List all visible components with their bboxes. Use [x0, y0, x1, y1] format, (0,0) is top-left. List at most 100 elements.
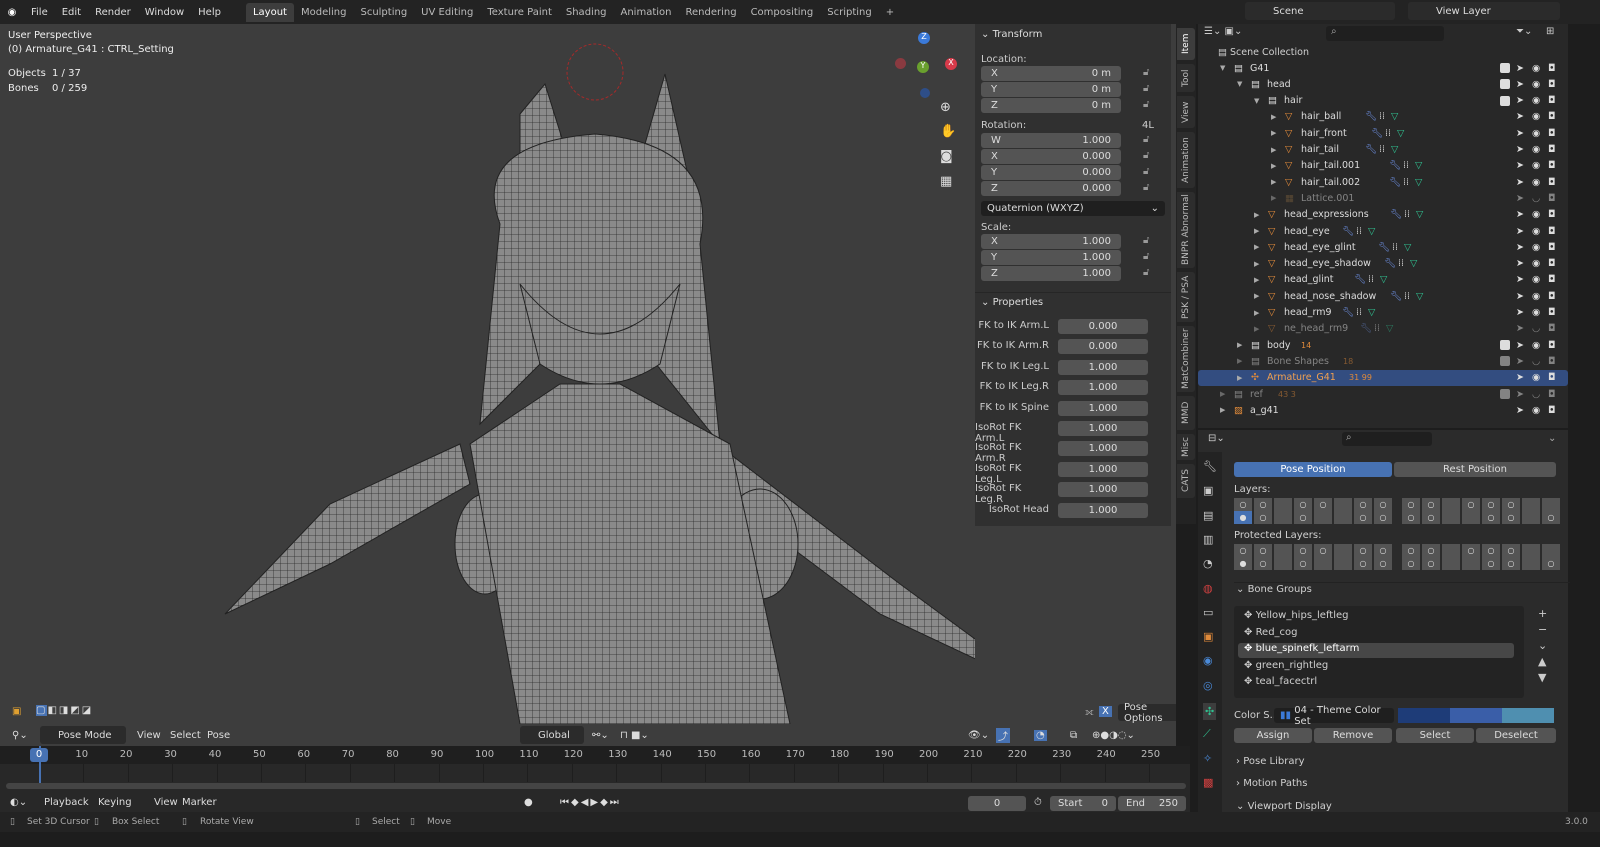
expand-closed-icon[interactable]: ▶	[1254, 325, 1259, 333]
ortho-grid-icon[interactable]: ▦	[940, 174, 952, 189]
render-camera-icon[interactable]: ◘	[1548, 144, 1556, 155]
render-camera-icon[interactable]: ◘	[1548, 340, 1556, 351]
rotation-w-field[interactable]: W 1.000	[981, 133, 1121, 148]
sidebar-tab-matcombiner[interactable]: MatCombiner	[1177, 326, 1195, 392]
bone-group-item[interactable]: ✥ green_rightleg	[1238, 660, 1514, 675]
selectable-icon[interactable]: ➤	[1516, 193, 1524, 204]
properties-tab-tool-icon[interactable]: 🔧︎	[1203, 460, 1217, 473]
color-swatch[interactable]	[1398, 708, 1450, 723]
remove-button[interactable]: Remove	[1314, 728, 1392, 743]
eye-icon[interactable]: ◉	[1532, 160, 1540, 171]
transform-panel-header[interactable]: ⌄ Transform	[975, 24, 1171, 44]
selectable-icon[interactable]: ➤	[1516, 274, 1524, 285]
selectable-icon[interactable]: ➤	[1516, 160, 1524, 171]
snap-icon[interactable]: ⊓ ■⌄	[620, 730, 649, 741]
menu-file[interactable]: File	[24, 7, 55, 18]
gizmo-toggle[interactable]: ⤴	[996, 727, 1010, 743]
properties-tab-physics-icon[interactable]: ◉	[1203, 654, 1213, 667]
expand-closed-icon[interactable]: ▶	[1254, 276, 1259, 284]
protected-layer-toggle[interactable]: ○	[1314, 544, 1332, 557]
remove-bone-group-button[interactable]: −	[1538, 622, 1547, 638]
pose-position-button[interactable]: Pose Position	[1234, 462, 1392, 477]
timeline-menu-view[interactable]: View	[154, 797, 178, 808]
eye-icon[interactable]: ◉	[1532, 405, 1540, 416]
layer-toggle[interactable]: ○	[1354, 511, 1372, 524]
property-value-field[interactable]: 1.000	[1058, 502, 1148, 518]
selectable-icon[interactable]: ➤	[1516, 291, 1524, 302]
hidden-eye-icon[interactable]: ◡	[1532, 356, 1540, 367]
outliner-item-name[interactable]: hair	[1284, 95, 1302, 106]
eye-icon[interactable]: ◉	[1532, 209, 1540, 220]
move-down-button[interactable]: ▼	[1538, 670, 1547, 686]
editor-type-icon[interactable]: ◐⌄	[10, 797, 27, 808]
cog-bone-control[interactable]	[566, 43, 624, 101]
rest-position-button[interactable]: Rest Position	[1394, 462, 1556, 477]
protected-layer-toggle[interactable]: ○	[1542, 557, 1560, 570]
pan-hand-icon[interactable]: ✋	[940, 124, 956, 139]
outliner-item-name[interactable]: Lattice.001	[1301, 193, 1354, 204]
layer-toggle[interactable]: ○	[1374, 511, 1392, 524]
properties-tab-object-data-armature-icon[interactable]: ✣	[1203, 703, 1217, 720]
outliner-row[interactable]: ▶ ▤ body 14 ➤ ◉ ◘	[1198, 337, 1568, 353]
workspace-tab-rendering[interactable]: Rendering	[678, 3, 743, 22]
property-value-field[interactable]: 1.000	[1058, 400, 1148, 416]
workspace-tab-compositing[interactable]: Compositing	[744, 3, 821, 22]
protected-layer-toggle[interactable]: ○	[1294, 544, 1312, 557]
expand-closed-icon[interactable]: ▶	[1254, 211, 1259, 219]
lock-icon[interactable]: 🔓︎	[1143, 267, 1149, 278]
selectable-icon[interactable]: ➤	[1516, 242, 1524, 253]
selectable-icon[interactable]: ➤	[1516, 177, 1524, 188]
expand-closed-icon[interactable]: ▶	[1271, 162, 1276, 170]
outliner-item-name[interactable]: head_eye_glint	[1284, 242, 1356, 253]
outliner-item-name[interactable]: head_rm9	[1284, 307, 1332, 318]
protected-layer-toggle[interactable]: ○	[1422, 557, 1440, 570]
expand-closed-icon[interactable]: ▶	[1271, 194, 1276, 202]
pivot-icon[interactable]: ⚯⌄	[592, 730, 609, 741]
outliner-item-name[interactable]: hair_tail.002	[1301, 177, 1360, 188]
shading-modes[interactable]: ⊕●◑◌⌄	[1092, 730, 1135, 741]
render-camera-icon[interactable]: ◘	[1548, 323, 1556, 334]
protected-layer-toggle[interactable]: ○	[1482, 557, 1500, 570]
navigation-gizmo[interactable]: Z Y X	[895, 32, 960, 102]
outliner-search[interactable]: ⌕	[1326, 26, 1444, 41]
outliner-row[interactable]: ▶ ▽ head_eye_shadow 🔧︎ ⁞⁞ ▽ ➤ ◉ ◘	[1198, 256, 1568, 272]
start-frame-field[interactable]: Start 0	[1050, 796, 1116, 811]
gizmo-z-axis[interactable]: Z	[918, 32, 930, 44]
layer-toggle[interactable]: ○	[1374, 498, 1392, 511]
add-bone-group-button[interactable]: +	[1538, 606, 1547, 622]
outliner-row[interactable]: ▶ ▽ head_nose_shadow 🔧︎ ⁞⁞ ▽ ➤ ◉ ◘	[1198, 288, 1568, 304]
lock-icon[interactable]: 🔓︎	[1143, 99, 1149, 110]
protected-layer-toggle[interactable]	[1542, 544, 1560, 557]
color-swatch[interactable]	[1502, 708, 1554, 723]
specials-menu-button[interactable]: ⌄	[1538, 638, 1547, 654]
eye-icon[interactable]: ◉	[1532, 274, 1540, 285]
protected-layer-toggle[interactable]: ○	[1254, 544, 1272, 557]
protected-layer-toggle[interactable]: ○	[1294, 557, 1312, 570]
scene-selector[interactable]: Scene	[1245, 2, 1395, 20]
render-camera-icon[interactable]: ◘	[1548, 307, 1556, 318]
lock-icon[interactable]: 🔓︎	[1143, 235, 1149, 246]
bone-groups-header[interactable]: ⌄ Bone Groups	[1236, 584, 1312, 595]
selectable-icon[interactable]: ➤	[1516, 356, 1524, 367]
motion-paths-header[interactable]: › Motion Paths	[1236, 778, 1307, 789]
layer-toggle[interactable]	[1274, 511, 1292, 524]
x-mirror-toggle[interactable]: X	[1099, 706, 1112, 717]
layer-toggle[interactable]: ○	[1402, 511, 1420, 524]
scene-collection-row[interactable]: ▤ Scene Collection	[1198, 44, 1568, 60]
layer-toggle[interactable]: ○	[1422, 511, 1440, 524]
properties-tab-view-layer-icon[interactable]: ▥	[1203, 533, 1213, 546]
move-up-button[interactable]: ▲	[1538, 654, 1547, 670]
pose-options-dropdown[interactable]: Pose Options	[1118, 702, 1176, 724]
sidebar-tab-misc[interactable]: Misc	[1177, 434, 1195, 460]
outliner-item-name[interactable]: head	[1267, 79, 1291, 90]
hidden-eye-icon[interactable]: ◡	[1532, 193, 1540, 204]
location-y-field[interactable]: Y0 m	[981, 82, 1121, 97]
protected-layer-toggle[interactable]	[1522, 544, 1540, 557]
orientation-dropdown[interactable]: Global	[520, 726, 584, 744]
layer-toggle[interactable]: ●	[1234, 511, 1252, 524]
selectable-icon[interactable]: ➤	[1516, 389, 1524, 400]
exclude-checkbox[interactable]	[1500, 389, 1510, 399]
lock-icon[interactable]: 🔓︎	[1143, 150, 1149, 161]
properties-panel-header[interactable]: ⌄ Properties	[975, 292, 1171, 312]
render-camera-icon[interactable]: ◘	[1548, 258, 1556, 269]
